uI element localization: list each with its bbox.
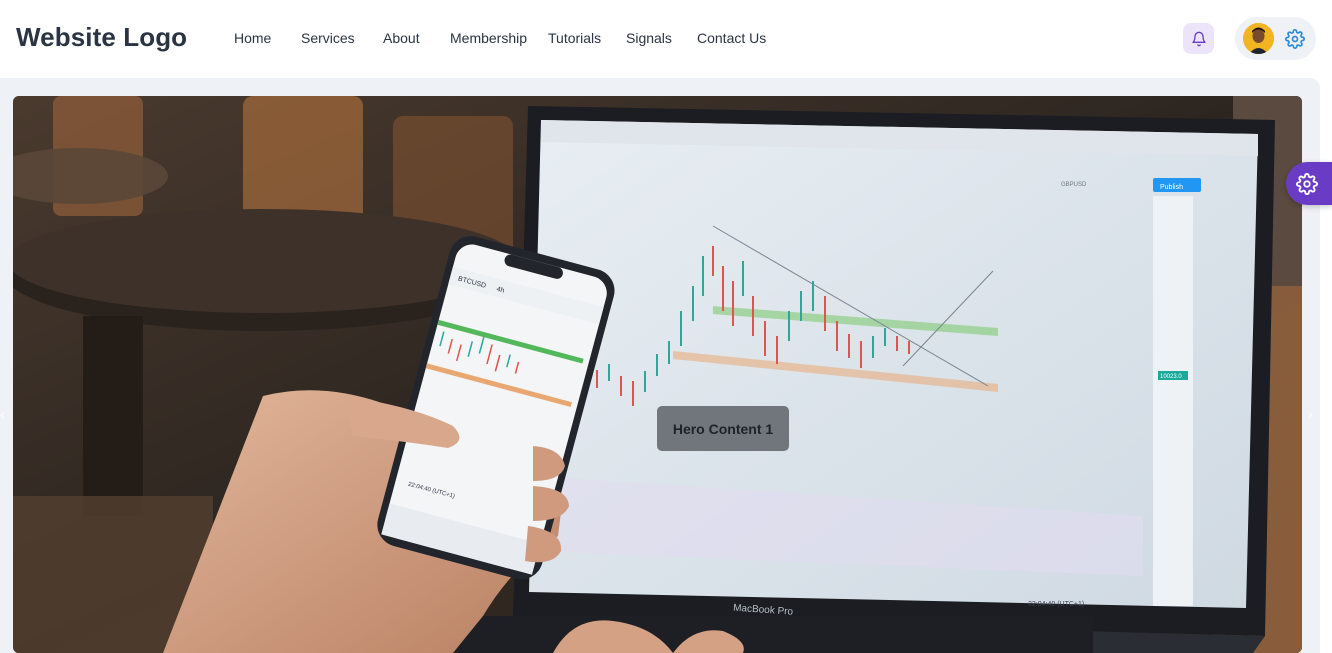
settings-gear-icon[interactable]	[1285, 29, 1305, 49]
nav-about[interactable]: About	[383, 30, 420, 46]
settings-float-button[interactable]	[1286, 162, 1332, 205]
hero-caption-text: Hero Content 1	[672, 420, 774, 437]
hero-slider[interactable]: Publish GBPUSD 10023.0 22:04:40 (UTC+1) …	[13, 96, 1302, 653]
gear-icon	[1296, 172, 1318, 195]
slider-prev-arrow[interactable]: ‹	[0, 406, 10, 422]
nav-membership[interactable]: Membership	[450, 30, 527, 46]
notifications-button[interactable]	[1183, 23, 1214, 54]
slider-next-arrow[interactable]: ›	[1308, 406, 1318, 422]
top-navigation-bar: Website Logo Home Services About Members…	[0, 0, 1332, 78]
nav-tutorials[interactable]: Tutorials	[548, 30, 601, 46]
avatar[interactable]	[1243, 23, 1274, 54]
bell-icon	[1191, 31, 1206, 46]
nav-signals[interactable]: Signals	[626, 30, 672, 46]
nav-home[interactable]: Home	[234, 30, 271, 46]
nav-services[interactable]: Services	[301, 30, 355, 46]
website-logo[interactable]: Website Logo	[16, 22, 187, 53]
svg-text:GBPUSD: GBPUSD	[1061, 182, 1087, 188]
svg-text:10023.0: 10023.0	[1160, 374, 1182, 380]
svg-text:22:04:40 (UTC+1): 22:04:40 (UTC+1)	[1028, 601, 1084, 608]
svg-text:Publish: Publish	[1160, 184, 1183, 191]
hero-caption: Hero Content 1	[657, 406, 789, 451]
user-menu[interactable]	[1235, 17, 1316, 60]
nav-contact-us[interactable]: Contact Us	[697, 30, 766, 46]
hero-image: Publish GBPUSD 10023.0 22:04:40 (UTC+1) …	[13, 96, 1302, 653]
